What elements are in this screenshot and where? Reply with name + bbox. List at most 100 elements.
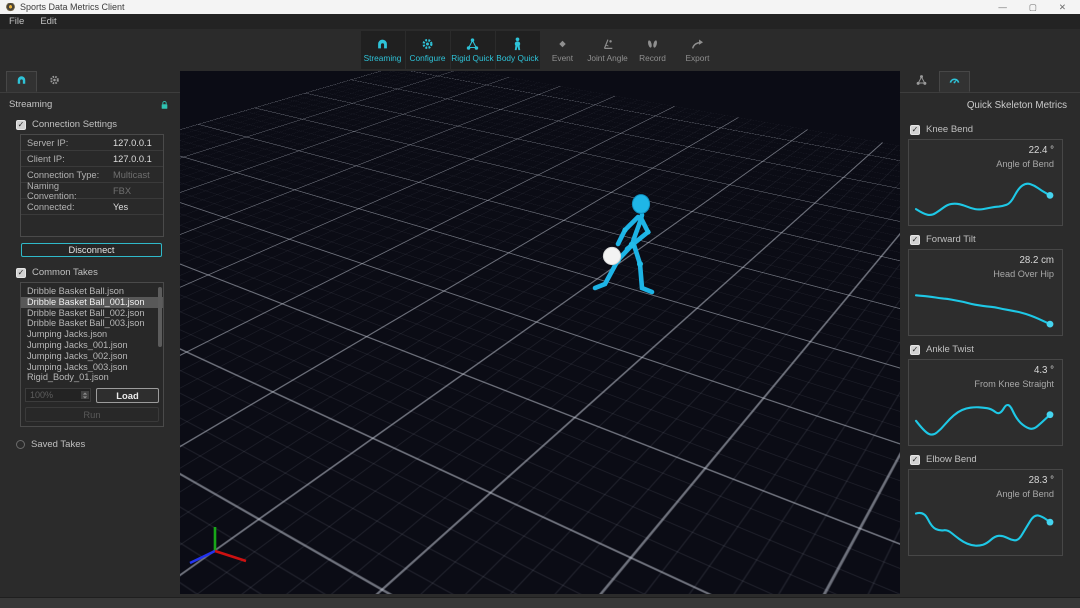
- metric-toggle[interactable]: ✓ Knee Bend: [900, 120, 1080, 138]
- take-list-item[interactable]: Jumping Jacks_002.json: [21, 351, 163, 362]
- toolbar-button-record[interactable]: Record: [631, 31, 675, 69]
- take-list-item[interactable]: Jumping Jacks.json: [21, 329, 163, 340]
- toolbar-button-rigid-quick[interactable]: Rigid Quick: [451, 31, 495, 69]
- checkbox-checked-icon[interactable]: ✓: [910, 235, 920, 245]
- close-button[interactable]: ✕: [1059, 2, 1066, 13]
- load-row: Load: [25, 388, 159, 403]
- gear-icon: [420, 37, 435, 51]
- ground-grid: [180, 71, 900, 529]
- left-panel: Streaming ✓ Connection Settings Server I…: [0, 71, 180, 597]
- viewport-3d[interactable]: [180, 71, 900, 594]
- menu-file[interactable]: File: [9, 16, 24, 27]
- tab-skeleton-metrics[interactable]: [939, 71, 970, 92]
- maximize-button[interactable]: ▢: [1029, 2, 1037, 13]
- connection-settings-panel: Server IP:127.0.0.1Client IP:127.0.0.1Co…: [20, 134, 164, 237]
- gauge-icon: [948, 74, 961, 89]
- take-list-item[interactable]: Jumping Jacks_003.json: [21, 362, 163, 373]
- minimize-button[interactable]: —: [998, 2, 1007, 12]
- connection-row-label: Client IP:: [21, 154, 105, 164]
- checkbox-checked-icon[interactable]: ✓: [16, 120, 26, 130]
- metric-toggle[interactable]: ✓ Forward Tilt: [900, 230, 1080, 248]
- connection-row: Client IP:127.0.0.1: [21, 151, 163, 167]
- metric-card: 28.3 ° Angle of Bend: [908, 469, 1063, 556]
- take-list-item[interactable]: Rigid_Body_01.json: [21, 372, 163, 383]
- connection-row-value[interactable]: Yes: [105, 202, 128, 212]
- connection-row: Connected:Yes: [21, 199, 163, 215]
- checkbox-unchecked-icon[interactable]: [16, 440, 25, 449]
- common-takes-toggle[interactable]: ✓ Common Takes: [0, 263, 180, 281]
- right-panel-title: Quick Skeleton Metrics: [900, 93, 1080, 120]
- toolbar-button-label: Joint Angle: [587, 53, 628, 63]
- common-takes-panel: Dribble Basket Ball.jsonDribble Basket B…: [20, 282, 164, 427]
- joint-angle-icon: [600, 37, 615, 51]
- app-window: Sports Data Metrics Client — ▢ ✕ File Ed…: [0, 0, 1080, 608]
- run-button[interactable]: Run: [25, 407, 159, 422]
- take-list-item[interactable]: Dribble Basket Ball_002.json: [21, 308, 163, 319]
- toolbar-button-label: Rigid Quick: [451, 53, 493, 63]
- metric-block-elbow-bend: ✓ Elbow Bend 28.3 ° Angle of Bend: [900, 450, 1080, 556]
- streaming-icon: [375, 37, 390, 51]
- metric-card: 4.3 ° From Knee Straight: [908, 359, 1063, 446]
- take-list-item[interactable]: Jumping Jacks_001.json: [21, 340, 163, 351]
- spinner-icon[interactable]: [81, 391, 89, 399]
- connection-row-label: Connected:: [21, 202, 105, 212]
- take-list-item[interactable]: Dribble Basket Ball_003.json: [21, 318, 163, 329]
- toolbar-button-export[interactable]: Export: [676, 31, 720, 69]
- streaming-icon: [15, 74, 28, 89]
- checkbox-checked-icon[interactable]: ✓: [910, 345, 920, 355]
- metric-value: 28.3 °: [917, 475, 1054, 486]
- connection-row-value[interactable]: 127.0.0.1: [105, 154, 152, 164]
- toolbar-button-event[interactable]: Event: [541, 31, 585, 69]
- connection-settings-label: Connection Settings: [32, 119, 117, 130]
- body-icon: [510, 37, 525, 51]
- tab-streaming[interactable]: [6, 71, 37, 92]
- connection-row-label: Connection Type:: [21, 170, 105, 180]
- section-title: Streaming: [9, 99, 52, 110]
- disconnect-button[interactable]: Disconnect: [21, 243, 162, 257]
- metric-sublabel: From Knee Straight: [917, 379, 1054, 389]
- menu-edit[interactable]: Edit: [40, 16, 56, 27]
- load-button[interactable]: Load: [96, 388, 159, 403]
- metric-sublabel: Angle of Bend: [917, 159, 1054, 169]
- checkbox-checked-icon[interactable]: ✓: [16, 268, 26, 278]
- streaming-section-header: Streaming: [0, 93, 180, 115]
- toolbar-button-streaming[interactable]: Streaming: [361, 31, 405, 69]
- common-takes-label: Common Takes: [32, 267, 98, 278]
- checkbox-checked-icon[interactable]: ✓: [910, 125, 920, 135]
- main-area: Streaming ✓ Connection Settings Server I…: [0, 71, 1080, 597]
- metric-toggle[interactable]: ✓ Ankle Twist: [900, 340, 1080, 358]
- metric-toggle[interactable]: ✓ Elbow Bend: [900, 450, 1080, 468]
- toolbar-button-joint-angle[interactable]: Joint Angle: [586, 31, 630, 69]
- metric-block-forward-tilt: ✓ Forward Tilt 28.2 cm Head Over Hip: [900, 230, 1080, 336]
- right-panel-tabs: [900, 71, 1080, 93]
- toolbar-button-body-quick[interactable]: Body Quick: [496, 31, 540, 69]
- toolbar-button-configure[interactable]: Configure: [406, 31, 450, 69]
- connection-panel-filler: [21, 215, 163, 236]
- metric-sparkline: [911, 505, 1060, 553]
- metric-label: Forward Tilt: [926, 234, 976, 245]
- tab-rigid-metrics[interactable]: [906, 71, 937, 92]
- metric-sparkline: [911, 175, 1060, 223]
- scrollbar-thumb[interactable]: [158, 287, 162, 347]
- metric-label: Elbow Bend: [926, 454, 977, 465]
- toolbar-button-label: Body Quick: [496, 53, 538, 63]
- skeleton-figure: [585, 192, 667, 304]
- rigid-body-icon: [915, 74, 928, 89]
- right-panel: Quick Skeleton Metrics ✓ Knee Bend 22.4 …: [900, 71, 1080, 597]
- titlebar: Sports Data Metrics Client — ▢ ✕: [0, 0, 1080, 14]
- take-list-item[interactable]: Dribble Basket Ball_001.json: [21, 297, 163, 308]
- connection-row-value[interactable]: 127.0.0.1: [105, 138, 152, 148]
- playback-speed-wrap: [25, 388, 91, 403]
- connection-settings-toggle[interactable]: ✓ Connection Settings: [0, 115, 180, 133]
- metric-value: 4.3 °: [917, 365, 1054, 376]
- app-logo-icon: [6, 3, 15, 12]
- checkbox-checked-icon[interactable]: ✓: [910, 455, 920, 465]
- left-panel-tabs: [0, 71, 180, 93]
- toolbar-button-label: Configure: [410, 53, 446, 63]
- metric-sublabel: Head Over Hip: [917, 269, 1054, 279]
- tab-settings[interactable]: [39, 71, 70, 92]
- toolbar-button-label: Streaming: [364, 53, 402, 63]
- saved-takes-toggle[interactable]: Saved Takes: [0, 435, 180, 453]
- take-list-item[interactable]: Dribble Basket Ball.json: [21, 286, 163, 297]
- metric-value: 22.4 °: [917, 145, 1054, 156]
